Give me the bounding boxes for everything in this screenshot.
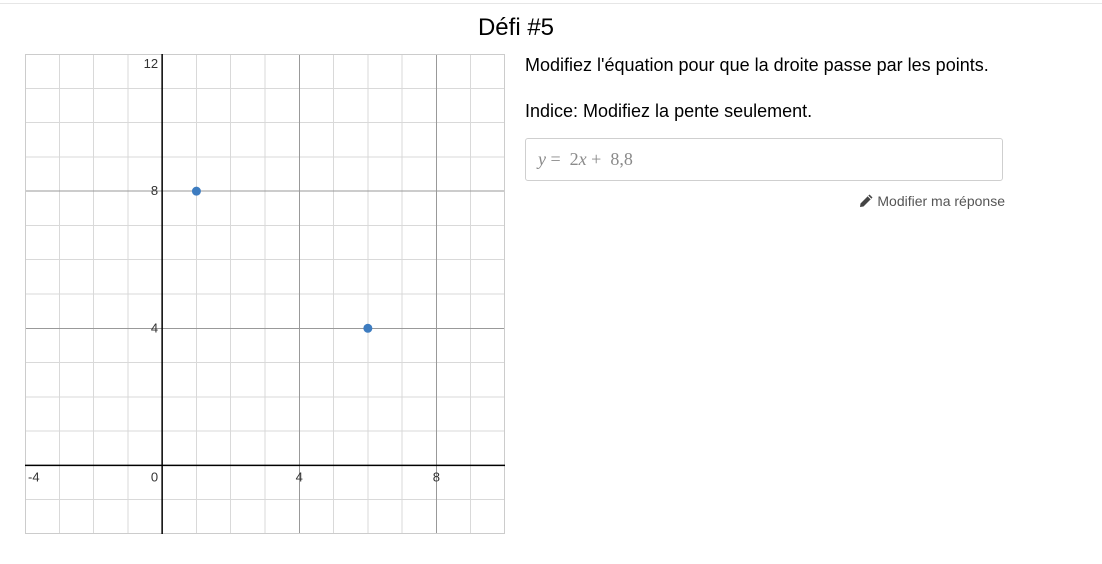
equation-input[interactable]: y = 2x + 8,8 (525, 138, 1003, 181)
x-tick-label: -4 (28, 469, 40, 484)
equation-intercept: 8,8 (610, 149, 633, 169)
data-point[interactable] (191, 186, 201, 196)
y-tick-label: 12 (144, 56, 158, 71)
right-panel: Modifiez l'équation pour que la droite p… (525, 54, 1005, 209)
equation-var: x (578, 149, 587, 169)
graph-panel[interactable]: -4 0 4 8 4 8 12 (25, 54, 505, 534)
y-tick-label: 8 (151, 183, 158, 198)
equation-equals: = (550, 149, 561, 169)
x-tick-label: 8 (433, 469, 440, 484)
equation-lhs: y (538, 149, 546, 169)
equation-plus: + (591, 149, 602, 169)
data-point[interactable] (363, 323, 373, 333)
edit-answer-label: Modifier ma réponse (877, 193, 1005, 209)
equation-slope: 2 (569, 149, 579, 169)
coordinate-plane[interactable]: -4 0 4 8 4 8 12 (25, 54, 505, 534)
x-tick-label: 4 (296, 469, 303, 484)
x-tick-label: 0 (151, 469, 158, 484)
pencil-icon (858, 193, 874, 209)
edit-answer-button[interactable]: Modifier ma réponse (525, 193, 1005, 209)
y-tick-label: 4 (151, 320, 158, 335)
hint-text: Indice: Modifiez la pente seulement. (525, 101, 813, 121)
page-title: Défi #5 (477, 14, 555, 41)
top-border (0, 3, 1102, 4)
instructions-text: Modifiez l'équation pour que la droite p… (525, 55, 989, 75)
